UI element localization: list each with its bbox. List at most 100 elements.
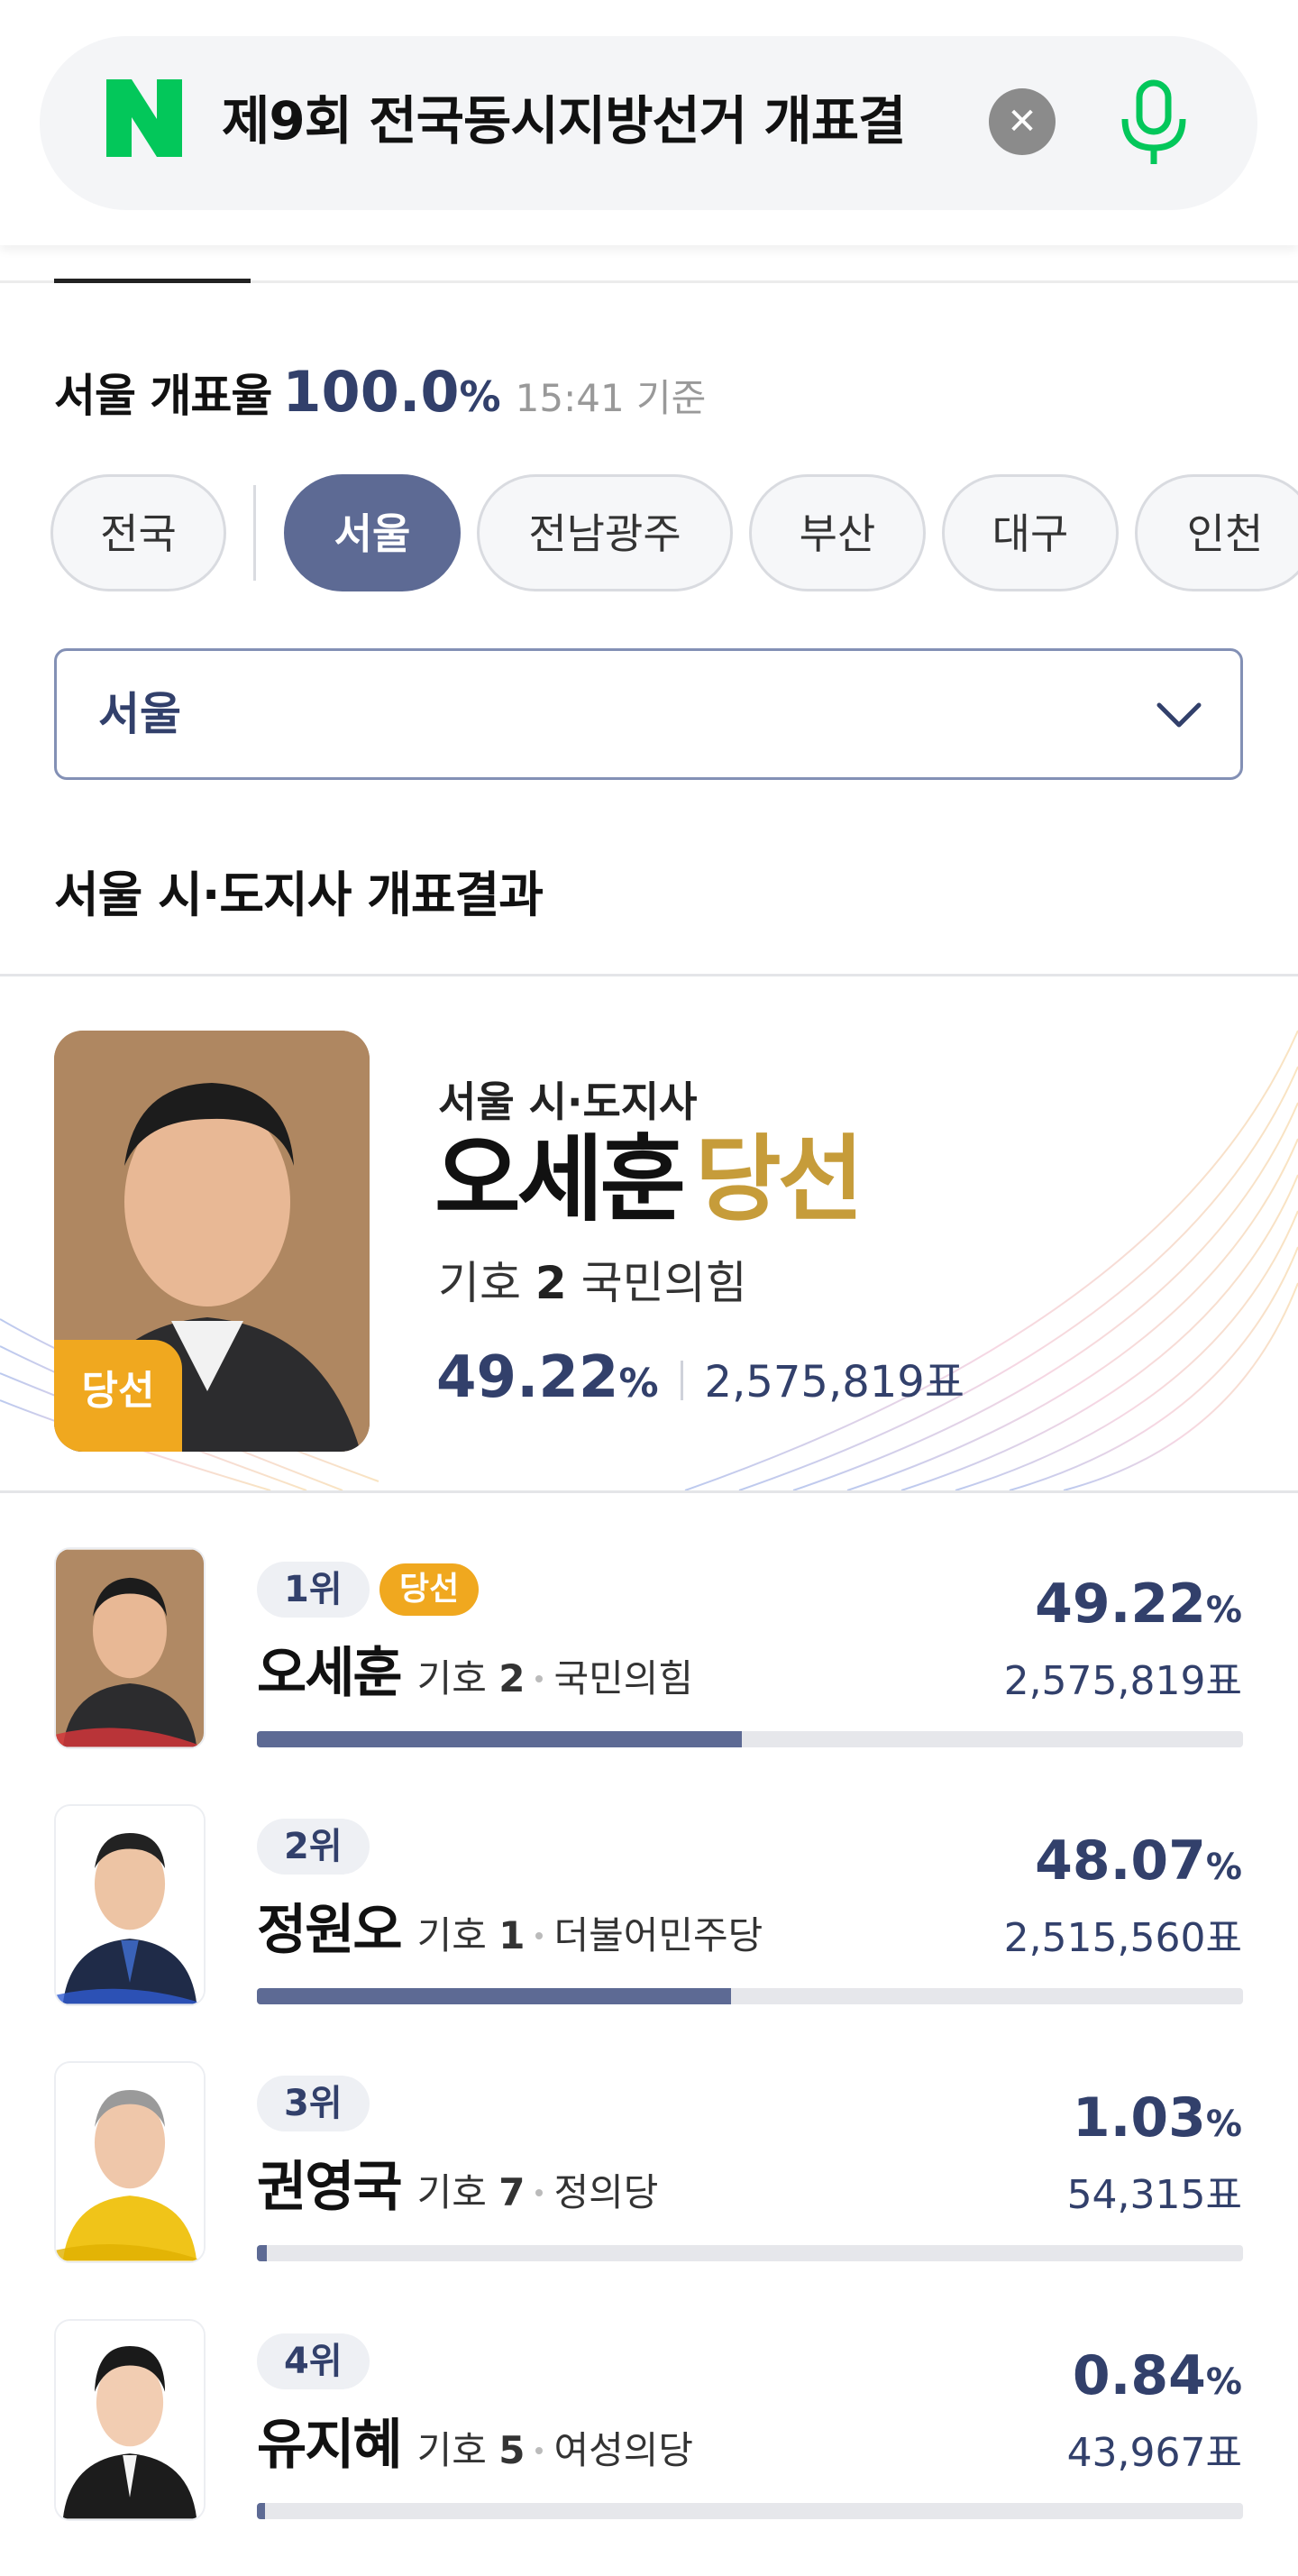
winner-party-line: 기호 2 국민의힘 — [438, 1247, 747, 1312]
candidate-row[interactable]: 2위 정원오 기호 1 더불어민주당 48.07% 2,515,560표 — [0, 1804, 1298, 2061]
vote-share-bar — [257, 2245, 1243, 2261]
vote-share-fill — [257, 1731, 743, 1747]
chevron-down-icon — [1156, 702, 1202, 728]
candidate-number-label: 기호 — [416, 2428, 487, 2472]
winner-percent-unit: % — [618, 1361, 659, 1407]
candidate-party: 여성의당 — [553, 2428, 694, 2472]
candidate-info: 권영국 기호 7 정의당 — [257, 2144, 658, 2231]
candidate-number-label: 기호 — [416, 2170, 487, 2214]
candidate-percent: 49.22 — [1035, 1572, 1206, 1636]
candidate-photo — [54, 2319, 206, 2521]
candidate-row[interactable]: 3위 권영국 기호 7 정의당 1.03% 54,315표 — [0, 2061, 1298, 2318]
candidate-votes: 54,315표 — [1066, 2172, 1242, 2218]
region-chip-busan[interactable]: 부산 — [749, 474, 926, 591]
candidate-row[interactable]: 4위 유지혜 기호 5 여성의당 0.84% 43,967표 — [0, 2319, 1298, 2576]
candidate-party: 더불어민주당 — [553, 1913, 763, 1957]
candidate-number: 2 — [498, 1656, 526, 1701]
candidate-number: 7 — [498, 2170, 526, 2214]
candidate-number: 5 — [498, 2428, 526, 2472]
search-header: 제9회 전국동시지방선거 개표결 ✕ — [0, 0, 1298, 245]
counting-rate: 서울 개표율 100.0% 15:41 기준 — [54, 352, 706, 433]
candidate-number-wrap: 기호 5 — [417, 2428, 526, 2472]
search-input[interactable]: 제9회 전국동시지방선거 개표결 — [222, 85, 943, 157]
candidate-portrait-icon — [56, 1549, 204, 1747]
candidate-photo — [54, 2061, 206, 2263]
microphone-icon[interactable] — [1118, 79, 1190, 166]
vote-share-fill — [257, 2503, 266, 2519]
region-select[interactable]: 서울 — [54, 648, 1243, 780]
winner-status: 당선 — [695, 1124, 864, 1234]
chip-divider — [253, 485, 256, 581]
candidate-number: 1 — [498, 1913, 526, 1957]
dot-separator — [535, 2189, 544, 2196]
vote-share-bar — [257, 1731, 1243, 1747]
vote-share-bar — [257, 1988, 1243, 2004]
winner-name: 오세훈 — [434, 1124, 686, 1234]
candidate-number-label: 기호 — [416, 1656, 487, 1701]
candidate-info: 유지혜 기호 5 여성의당 — [257, 2402, 693, 2489]
candidate-portrait-icon — [56, 2063, 204, 2261]
counting-rate-value: 100.0 — [282, 359, 460, 425]
candidate-name: 유지혜 — [257, 2414, 403, 2477]
candidate-percent-unit: % — [1205, 2361, 1242, 2403]
dot-separator — [535, 1675, 544, 1682]
candidate-votes: 2,515,560표 — [1003, 1915, 1242, 1961]
winner-votes: 2,575,819표 — [704, 1357, 964, 1407]
candidate-number-wrap: 기호 2 — [417, 1656, 526, 1701]
winner-badge-label: 당선 — [81, 1368, 155, 1414]
vote-share-bar — [257, 2503, 1243, 2519]
candidate-percent-unit: % — [1205, 1847, 1242, 1888]
region-chip-seoul[interactable]: 서울 — [284, 474, 461, 591]
region-chip-nationwide[interactable]: 전국 — [50, 474, 226, 591]
vote-share-fill — [257, 1988, 731, 2004]
winner-card[interactable]: 당선 서울 시·도지사 오세훈 당선 기호 2 국민의힘 49.22% 2,575,… — [0, 976, 1298, 1490]
candidate-name: 오세훈 — [257, 1642, 403, 1705]
clear-search-button[interactable]: ✕ — [989, 88, 1056, 155]
dot-separator — [535, 1932, 544, 1939]
candidate-info: 오세훈 기호 2 국민의힘 — [257, 1630, 693, 1717]
candidate-photo — [54, 1804, 206, 2006]
candidate-rank: 3위 — [257, 2076, 370, 2131]
candidate-number-wrap: 기호 1 — [417, 1913, 526, 1957]
winner-number: 2 — [535, 1257, 567, 1309]
candidate-percent-wrap: 48.07% — [1035, 1829, 1242, 1893]
candidate-votes: 43,967표 — [1066, 2430, 1242, 2476]
active-tab-indicator — [54, 279, 251, 283]
candidate-photo — [54, 1547, 206, 1749]
winner-badge: 당선 — [54, 1340, 182, 1452]
region-select-value: 서울 — [98, 688, 181, 740]
candidate-portrait-icon — [56, 2321, 204, 2519]
winner-party: 국민의힘 — [580, 1257, 747, 1309]
candidate-percent-unit: % — [1205, 2104, 1242, 2145]
counting-rate-label: 서울 개표율 — [54, 370, 272, 422]
vote-share-fill — [257, 2245, 268, 2261]
naver-logo-icon[interactable] — [106, 79, 182, 157]
stat-separator — [680, 1361, 683, 1400]
candidate-info: 정원오 기호 1 더불어민주당 — [257, 1887, 763, 1974]
region-chip-incheon[interactable]: 인천 — [1135, 474, 1298, 591]
candidate-rank: 2위 — [257, 1819, 370, 1875]
candidate-party: 정의당 — [553, 2170, 659, 2214]
counting-rate-unit: % — [459, 372, 501, 421]
candidate-row[interactable]: 1위 당선 오세훈 기호 2 국민의힘 49.22% 2,575,819표 — [0, 1547, 1298, 1804]
candidate-rank: 4위 — [257, 2333, 370, 2389]
counting-rate-time: 15:41 기준 — [515, 376, 707, 420]
candidate-percent: 1.03 — [1072, 2086, 1206, 2150]
candidate-votes: 2,575,819표 — [1003, 1658, 1242, 1704]
candidate-percent-wrap: 0.84% — [1073, 2344, 1242, 2407]
candidate-percent-unit: % — [1205, 1590, 1242, 1631]
candidate-percent-wrap: 1.03% — [1073, 2086, 1242, 2150]
candidate-number-label: 기호 — [416, 1913, 487, 1957]
winner-percent: 49.22 — [436, 1344, 619, 1411]
dot-separator — [535, 2447, 544, 2454]
region-chip-daegu[interactable]: 대구 — [942, 474, 1119, 591]
divider — [0, 1490, 1298, 1493]
region-chip-jeonnam-gwangju[interactable]: 전남광주 — [477, 474, 733, 591]
winner-headline: 오세훈 당선 — [434, 1121, 864, 1238]
candidate-name: 권영국 — [257, 2156, 403, 2219]
section-title: 서울 시·도지사 개표결과 — [54, 866, 544, 923]
candidate-percent: 48.07 — [1035, 1829, 1206, 1893]
candidate-percent-wrap: 49.22% — [1035, 1572, 1242, 1636]
candidate-name: 정원오 — [257, 1899, 403, 1962]
winner-number-label: 기호 — [438, 1257, 521, 1309]
